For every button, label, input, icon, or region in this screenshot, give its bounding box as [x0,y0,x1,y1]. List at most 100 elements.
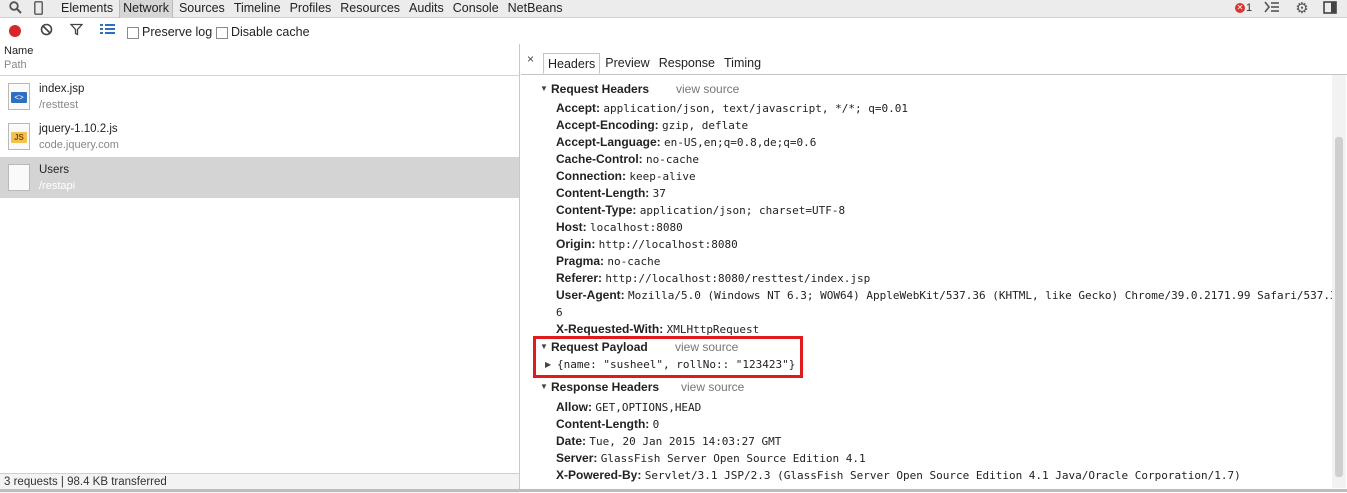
response-headers-toggle-icon[interactable]: ▼ [540,382,548,391]
header-row: 6 [556,305,563,319]
request-row-jquery[interactable]: JS jquery-1.10.2.js code.jquery.com [0,116,519,157]
clear-icon[interactable] [40,23,53,40]
header-value: localhost:8080 [590,221,683,234]
header-name: X-Requested-With: [556,322,664,336]
header-row: Pragma: no-cache [556,254,660,268]
header-name: Accept-Encoding: [556,118,659,132]
request-row-users[interactable]: Users /restapi [0,157,519,198]
response-headers-view-source-link[interactable]: view source [681,380,744,394]
header-row: Allow: GET,OPTIONS,HEAD [556,400,701,414]
vertical-scrollbar[interactable] [1332,75,1346,488]
header-value: 0 [652,418,660,431]
header-row: User-Agent: Mozilla/5.0 (Windows NT 6.3;… [556,288,1337,302]
header-value: http://localhost:8080 [598,238,738,251]
transfer-summary: 3 requests | 98.4 KB transferred [4,476,167,488]
header-value: GlassFish Server Open Source Edition 4.1 [600,452,866,465]
tab-headers[interactable]: Headers [543,53,601,74]
header-row: Accept: application/json, text/javascrip… [556,101,908,115]
header-name: Server: [556,451,598,465]
search-icon[interactable] [8,1,22,17]
request-row-index[interactable]: <> index.jsp /resttest [0,76,519,117]
record-button[interactable] [9,25,21,37]
header-name: Pragma: [556,254,605,268]
header-name: Date: [556,434,587,448]
tab-profiles[interactable]: Profiles [287,0,335,18]
header-value: no-cache [646,153,699,166]
tab-netbeans[interactable]: NetBeans [505,0,566,18]
header-name: Allow: [556,400,592,414]
disable-cache-label: Disable cache [231,25,310,39]
header-name: Accept-Language: [556,135,661,149]
request-path: /resttest [39,99,79,111]
tab-response[interactable]: Response [655,53,719,74]
payload-highlight-box [533,336,803,378]
header-name: Referer: [556,271,603,285]
tab-timeline[interactable]: Timeline [231,0,284,18]
header-value: http://localhost:8080/resttest/index.jsp [605,272,871,285]
tab-console[interactable]: Console [450,0,502,18]
header-name: Host: [556,220,587,234]
disable-cache-checkbox[interactable] [216,27,228,39]
header-name: Origin: [556,237,596,251]
request-path: code.jquery.com [39,139,119,151]
header-value: Mozilla/5.0 (Windows NT 6.3; WOW64) Appl… [628,289,1337,302]
close-icon[interactable]: × [527,52,534,66]
tab-resources[interactable]: Resources [337,0,403,18]
header-row: Cache-Control: no-cache [556,152,699,166]
header-value: GET,OPTIONS,HEAD [595,401,702,414]
console-drawer-icon[interactable] [1264,1,1280,17]
filter-icon[interactable] [69,23,84,40]
error-counter[interactable]: ✕ 1 [1235,2,1252,14]
preserve-log-checkbox[interactable] [127,27,139,39]
header-row: Accept-Language: en-US,en;q=0.8,de;q=0.6 [556,135,816,149]
request-headers-view-source-link[interactable]: view source [676,82,739,96]
header-row: Content-Type: application/json; charset=… [556,203,845,217]
list-view-icon[interactable] [100,23,115,39]
header-value: XMLHttpRequest [666,323,760,336]
header-value: keep-alive [629,170,696,183]
header-row: X-Requested-With: XMLHttpRequest [556,322,759,336]
request-name: jquery-1.10.2.js [39,123,118,135]
path-column-label: Path [4,59,27,71]
tab-preview[interactable]: Preview [601,53,653,74]
header-row: Host: localhost:8080 [556,220,683,234]
tab-network[interactable]: Network [119,0,173,18]
request-list-panel: Name Path <> index.jsp /resttest JS jque… [0,44,520,493]
network-filter-bar: Preserve log Disable cache [0,19,1347,44]
header-row: Content-Length: 0 [556,417,659,431]
scrollbar-thumb[interactable] [1335,137,1343,477]
header-row: Server: GlassFish Server Open Source Edi… [556,451,866,465]
header-value: no-cache [607,255,661,268]
name-column-header[interactable]: Name Path [0,44,519,76]
tab-sources[interactable]: Sources [176,0,228,18]
request-name: index.jsp [39,83,85,95]
tab-divider [521,74,1347,75]
header-name: Content-Length: [556,186,650,200]
tab-audits[interactable]: Audits [406,0,447,18]
device-mode-icon[interactable] [33,1,43,17]
header-value: en-US,en;q=0.8,de;q=0.6 [664,136,817,149]
blank-file-icon [8,164,30,191]
request-path: /restapi [39,180,76,192]
tab-timing[interactable]: Timing [720,53,765,74]
dock-side-icon[interactable] [1322,1,1338,17]
preserve-log-label: Preserve log [142,25,213,39]
html-file-icon: <> [8,83,30,110]
request-detail-panel: × Headers Preview Response Timing ▼ Request … [521,44,1347,492]
header-name: Cache-Control: [556,152,643,166]
header-value: Servlet/3.1 JSP/2.3 (GlassFish Server Op… [644,469,1241,482]
request-headers-title[interactable]: Request Headers [551,82,649,96]
detail-tabs: Headers Preview Response Timing [543,53,766,74]
header-name: Connection: [556,169,626,183]
header-row: Accept-Encoding: gzip, deflate [556,118,748,132]
request-headers-toggle-icon[interactable]: ▼ [540,84,548,93]
header-row: Content-Length: 37 [556,186,666,200]
tab-elements[interactable]: Elements [58,0,116,18]
devtools-toolbar: Elements Network Sources Timeline Profiles Re… [0,0,1347,18]
header-value: Tue, 20 Jan 2015 14:03:27 GMT [589,435,782,448]
header-row: Referer: http://localhost:8080/resttest/… [556,271,870,285]
header-name: Content-Length: [556,417,650,431]
header-name: X-Powered-By: [556,468,642,482]
gear-icon[interactable]: ⚙ [1294,1,1310,17]
response-headers-title[interactable]: Response Headers [551,380,659,394]
